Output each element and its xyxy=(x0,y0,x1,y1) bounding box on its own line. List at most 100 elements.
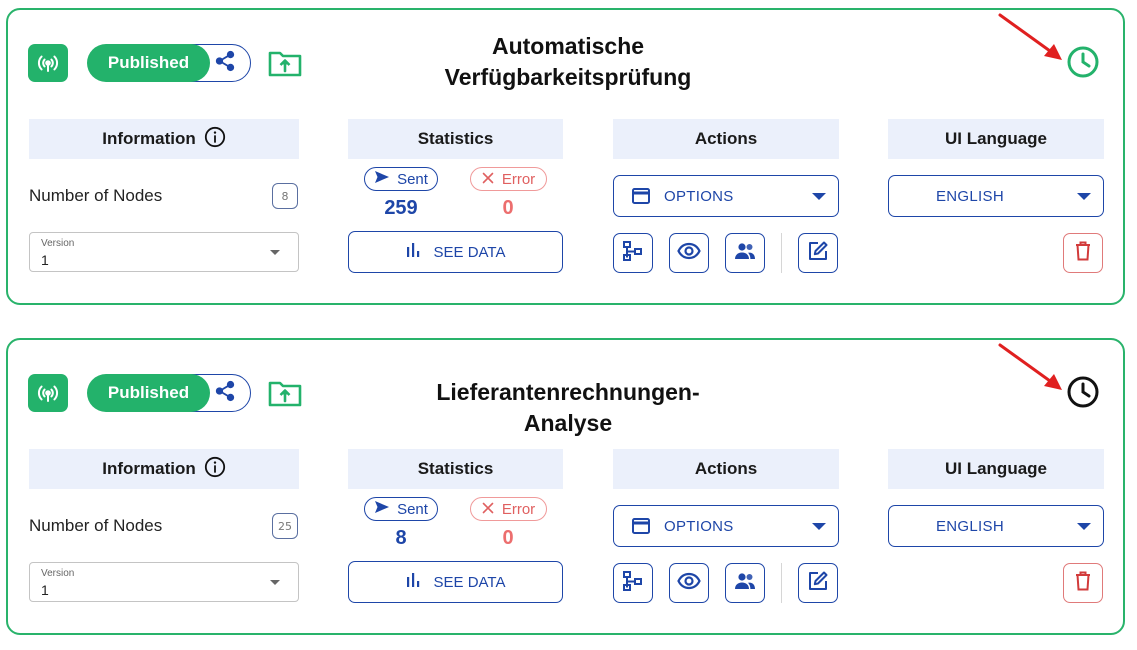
trash-icon xyxy=(1075,571,1091,595)
workflow-card: Published xyxy=(6,338,1125,635)
actions-divider xyxy=(781,563,782,603)
error-chip: Error xyxy=(470,167,547,191)
annotation-arrow-icon xyxy=(998,343,1062,390)
workflow-title: Automatische Verfügbarkeitsprüfung xyxy=(398,31,738,93)
caret-down-icon xyxy=(270,250,280,255)
options-dropdown[interactable]: OPTIONS xyxy=(613,505,839,547)
caret-down-icon xyxy=(812,193,826,200)
folder-upload-icon[interactable] xyxy=(267,48,303,78)
preview-button[interactable] xyxy=(669,563,709,603)
ui-language-header: UI Language xyxy=(888,449,1104,489)
annotation-arrow-icon xyxy=(998,13,1062,60)
ui-language-dropdown[interactable]: ENGLISH xyxy=(888,175,1104,217)
info-icon[interactable] xyxy=(204,456,226,483)
edit-button[interactable] xyxy=(798,233,838,273)
edit-icon xyxy=(807,240,829,266)
users-button[interactable] xyxy=(725,563,765,603)
statistics-header-label: Statistics xyxy=(417,129,494,148)
version-select[interactable]: Version 1 xyxy=(29,562,299,602)
edit-button[interactable] xyxy=(798,563,838,603)
statistics-header: Statistics xyxy=(348,449,563,489)
users-icon xyxy=(734,572,756,594)
caret-down-icon xyxy=(270,580,280,585)
actions-header: Actions xyxy=(613,119,839,159)
tree-diagram-icon xyxy=(622,570,644,596)
see-data-label: SEE DATA xyxy=(433,573,506,591)
info-icon[interactable] xyxy=(204,126,226,153)
caret-down-icon xyxy=(812,523,826,530)
edit-icon xyxy=(807,570,829,596)
workflow-title: Lieferantenrechnungen-Analyse xyxy=(398,377,738,439)
statistics-header: Statistics xyxy=(348,119,563,159)
information-header-label: Information xyxy=(102,129,196,148)
window-icon xyxy=(632,188,650,208)
workflow-diagram-button[interactable] xyxy=(613,563,653,603)
wifi-signal-icon[interactable] xyxy=(28,44,68,82)
published-status-button[interactable]: Published xyxy=(87,374,210,412)
wifi-signal-icon[interactable] xyxy=(28,374,68,412)
sent-chip: Sent xyxy=(364,167,438,191)
sent-label: Sent xyxy=(397,170,428,188)
ui-language-header-label: UI Language xyxy=(944,129,1047,148)
users-icon xyxy=(734,242,756,264)
workflow-title-line1: Lieferantenrechnungen-Analyse xyxy=(436,379,700,436)
version-caption: Version xyxy=(41,568,75,579)
ui-language-header: UI Language xyxy=(888,119,1104,159)
language-label: ENGLISH xyxy=(936,518,1004,535)
workflow-title-line1: Automatische xyxy=(491,33,645,59)
error-label: Error xyxy=(501,500,536,518)
statistics-header-label: Statistics xyxy=(417,459,494,478)
number-of-nodes-label: Number of Nodes xyxy=(29,186,163,205)
language-label: ENGLISH xyxy=(936,188,1004,205)
schedule-clock-button[interactable] xyxy=(1066,375,1100,413)
send-icon xyxy=(374,170,390,188)
caret-down-icon xyxy=(1077,193,1091,200)
see-data-label: SEE DATA xyxy=(433,243,506,261)
options-dropdown[interactable]: OPTIONS xyxy=(613,175,839,217)
share-icon xyxy=(214,380,236,406)
send-icon xyxy=(374,500,390,518)
share-icon xyxy=(214,50,236,76)
users-button[interactable] xyxy=(725,233,765,273)
workflow-card: Published xyxy=(6,8,1125,305)
sent-chip: Sent xyxy=(364,497,438,521)
close-x-icon xyxy=(482,171,494,188)
number-of-nodes-badge: 25 xyxy=(272,513,298,539)
see-data-button[interactable]: SEE DATA xyxy=(348,231,563,273)
eye-icon xyxy=(677,242,701,264)
version-value: 1 xyxy=(41,252,49,268)
schedule-clock-button[interactable] xyxy=(1066,46,1100,81)
sent-count: 8 xyxy=(395,527,407,549)
version-value: 1 xyxy=(41,582,49,598)
number-of-nodes-badge: 8 xyxy=(272,183,298,209)
published-status-button[interactable]: Published xyxy=(87,44,210,82)
publish-status-group: Published xyxy=(87,44,251,82)
ui-language-header-label: UI Language xyxy=(944,459,1047,478)
bar-chart-icon xyxy=(406,243,420,261)
information-header-label: Information xyxy=(102,459,196,478)
workflow-diagram-button[interactable] xyxy=(613,233,653,273)
preview-button[interactable] xyxy=(669,233,709,273)
publish-status-group: Published xyxy=(87,374,251,412)
sent-count: 259 xyxy=(384,197,418,219)
folder-upload-icon[interactable] xyxy=(267,378,303,408)
bar-chart-icon xyxy=(406,573,420,591)
information-header: Information xyxy=(29,119,299,159)
version-select[interactable]: Version 1 xyxy=(29,232,299,272)
information-header: Information xyxy=(29,449,299,489)
options-label: OPTIONS xyxy=(664,518,734,535)
sent-label: Sent xyxy=(397,500,428,518)
actions-header-label: Actions xyxy=(694,459,758,478)
number-of-nodes-label: Number of Nodes xyxy=(29,516,163,535)
error-count: 0 xyxy=(502,197,514,219)
caret-down-icon xyxy=(1077,523,1091,530)
options-label: OPTIONS xyxy=(664,188,734,205)
trash-icon xyxy=(1075,241,1091,265)
see-data-button[interactable]: SEE DATA xyxy=(348,561,563,603)
delete-button[interactable] xyxy=(1063,233,1103,273)
delete-button[interactable] xyxy=(1063,563,1103,603)
error-count: 0 xyxy=(502,527,514,549)
clock-icon xyxy=(1066,375,1100,413)
ui-language-dropdown[interactable]: ENGLISH xyxy=(888,505,1104,547)
error-label: Error xyxy=(501,170,536,188)
